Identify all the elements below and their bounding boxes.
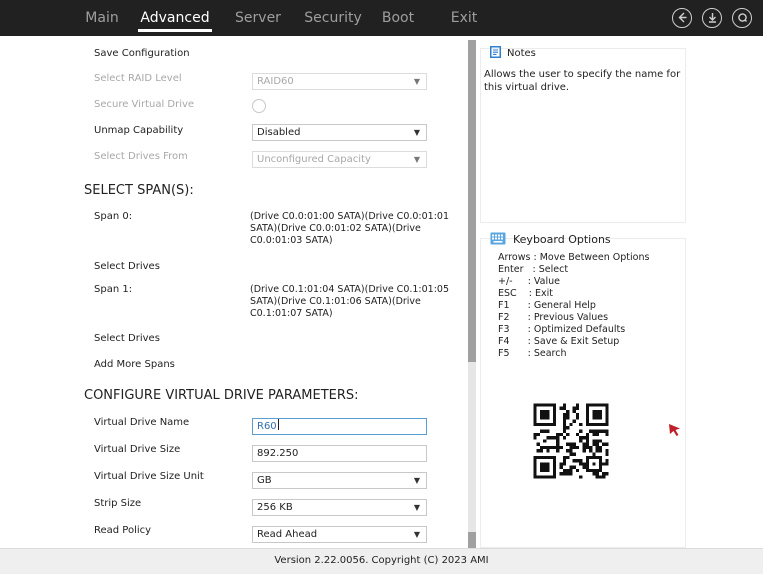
- kbd-line-f4: F4 : Save & Exit Setup: [498, 336, 620, 347]
- chevron-down-icon: ▼: [413, 77, 420, 86]
- vd-name-input[interactable]: R60: [252, 418, 427, 435]
- vd-size-unit-select[interactable]: GB ▼: [252, 472, 427, 489]
- span0-drives: (Drive C0.0:01:00 SATA)(Drive C0.0:01:01…: [250, 211, 450, 246]
- save-configuration-link[interactable]: Save Configuration: [94, 48, 190, 59]
- top-nav-bar: Main Advanced Server Security Boot Exit: [0, 0, 763, 36]
- tab-boot[interactable]: Boot: [376, 0, 420, 36]
- search-circle-icon[interactable]: [732, 8, 752, 28]
- chevron-down-icon: ▼: [413, 128, 420, 137]
- raid-level-select: RAID60 ▼: [252, 73, 427, 90]
- select-drives-0-link[interactable]: Select Drives: [94, 261, 160, 272]
- notes-icon: [490, 46, 501, 58]
- vd-size-label: Virtual Drive Size: [94, 444, 181, 455]
- kbd-line-enter: Enter : Select: [498, 264, 569, 275]
- select-spans-heading: SELECT SPAN(S):: [84, 183, 194, 198]
- scrollbar-thumb-lower[interactable]: [468, 532, 476, 548]
- tab-advanced[interactable]: Advanced: [138, 0, 212, 36]
- form-panel: Save Configuration Select RAID Level RAI…: [80, 36, 468, 548]
- tab-main[interactable]: Main: [80, 0, 124, 36]
- text-cursor: [277, 419, 279, 430]
- kbd-line-arrows: Arrows : Move Between Options: [498, 252, 650, 263]
- scrollbar[interactable]: [468, 40, 476, 548]
- unmap-value: Disabled: [257, 127, 301, 138]
- drives-from-value: Unconfigured Capacity: [257, 154, 371, 165]
- drives-from-label: Select Drives From: [94, 151, 188, 162]
- kbd-line-esc: ESC : Exit: [498, 288, 553, 299]
- strip-size-label: Strip Size: [94, 498, 142, 509]
- keyboard-options-header: Keyboard Options: [490, 232, 611, 246]
- read-policy-label: Read Policy: [94, 525, 152, 536]
- back-circle-icon[interactable]: [672, 8, 692, 28]
- vd-size-unit-value: GB: [257, 475, 272, 486]
- read-policy-value: Read Ahead: [257, 529, 318, 540]
- keyboard-icon: [490, 232, 506, 245]
- select-drives-1-link[interactable]: Select Drives: [94, 333, 160, 344]
- raid-level-label: Select RAID Level: [94, 73, 182, 84]
- configure-vd-heading: CONFIGURE VIRTUAL DRIVE PARAMETERS:: [84, 388, 359, 403]
- download-circle-icon[interactable]: [702, 8, 722, 28]
- vd-size-unit-label: Virtual Drive Size Unit: [94, 471, 204, 482]
- vd-name-label: Virtual Drive Name: [94, 417, 190, 428]
- kbd-line-f3: F3 : Optimized Defaults: [498, 324, 626, 335]
- span1-label: Span 1:: [94, 284, 133, 295]
- notes-header: Notes: [490, 46, 536, 59]
- vd-size-input[interactable]: 892.250: [252, 445, 427, 462]
- tab-security[interactable]: Security: [300, 0, 366, 36]
- span0-label: Span 0:: [94, 211, 133, 222]
- tab-server[interactable]: Server: [230, 0, 286, 36]
- read-policy-select[interactable]: Read Ahead ▼: [252, 526, 427, 543]
- strip-size-select[interactable]: 256 KB ▼: [252, 499, 427, 516]
- kbd-line-f2: F2 : Previous Values: [498, 312, 609, 323]
- span1-drives: (Drive C0.1:01:04 SATA)(Drive C0.1:01:05…: [250, 284, 450, 319]
- strip-size-value: 256 KB: [257, 502, 293, 513]
- chevron-down-icon: ▼: [413, 155, 420, 164]
- add-more-spans-link[interactable]: Add More Spans: [94, 359, 175, 370]
- scrollbar-thumb[interactable]: [468, 40, 476, 362]
- chevron-down-icon: ▼: [413, 476, 420, 485]
- notes-text: Allows the user to specify the name for …: [484, 69, 681, 93]
- raid-level-value: RAID60: [257, 76, 294, 87]
- secure-vd-radio: [252, 99, 266, 113]
- secure-vd-label: Secure Virtual Drive: [94, 99, 195, 110]
- footer-version: Version 2.22.0056. Copyright (C) 2023 AM…: [0, 548, 763, 574]
- drives-from-select: Unconfigured Capacity ▼: [252, 151, 427, 168]
- chevron-down-icon: ▼: [413, 530, 420, 539]
- kbd-line-value: +/- : Value: [498, 276, 560, 287]
- keyboard-options-title: Keyboard Options: [513, 233, 611, 246]
- kbd-line-f1: F1 : General Help: [498, 300, 596, 311]
- vd-size-value: 892.250: [257, 448, 299, 459]
- mouse-pointer-icon: [669, 424, 680, 436]
- vd-name-value: R60: [257, 421, 277, 432]
- qr-code-icon: [530, 400, 612, 482]
- unmap-select[interactable]: Disabled ▼: [252, 124, 427, 141]
- unmap-label: Unmap Capability: [94, 125, 184, 136]
- notes-title: Notes: [507, 48, 536, 59]
- kbd-line-f5: F5 : Search: [498, 348, 567, 359]
- chevron-down-icon: ▼: [413, 503, 420, 512]
- tab-exit[interactable]: Exit: [446, 0, 482, 36]
